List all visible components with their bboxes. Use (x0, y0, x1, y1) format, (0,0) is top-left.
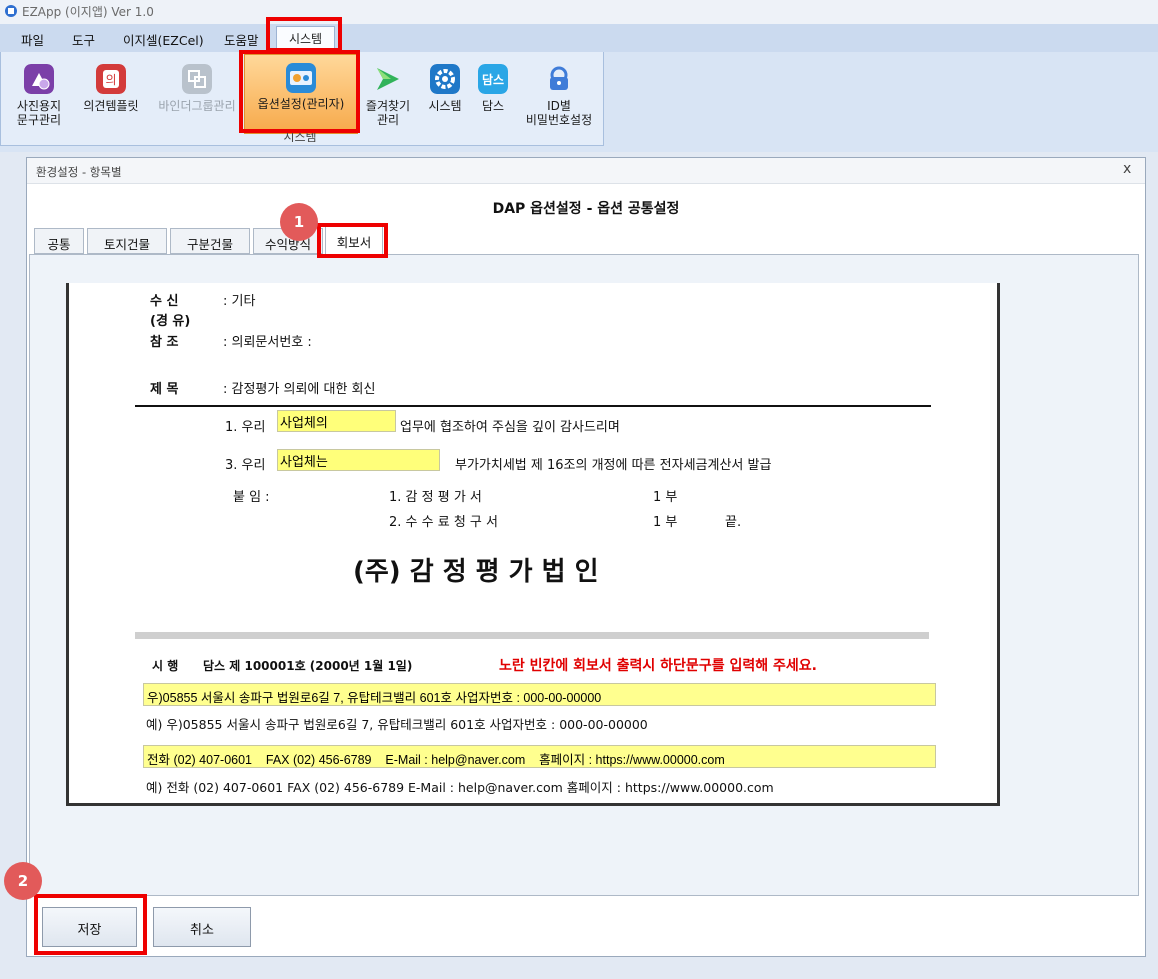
input-hint: 노란 빈칸에 회보서 출력시 하단문구를 입력해 주세요. (499, 658, 817, 674)
menu-bar: 파일 도구 이지셀(EZCel) 도움말 시스템 (0, 24, 1158, 52)
attachment-label: 붙 임 : (233, 490, 270, 505)
ribbon-label-line2: 관리 (376, 113, 400, 127)
svg-text:담스: 담스 (482, 72, 504, 87)
favorites-icon (377, 68, 399, 90)
tab-panel: 수 신 : 기타 (경 유) 참 조 : 의뢰문서번호 : 제 목 : 감정평가… (29, 254, 1139, 896)
ref-value: : 의뢰문서번호 : (223, 335, 312, 350)
opinion-template-icon: 의 (96, 64, 126, 94)
line3-prefix: 3. 우리 (225, 458, 266, 473)
menu-help[interactable]: 도움말 (224, 30, 259, 49)
tab-common[interactable]: 공통 (34, 228, 84, 254)
settings-dialog: 환경설정 - 항목별 x DAP 옵션설정 - 옵션 공통설정 공통 토지건물 … (26, 157, 1146, 957)
app-logo-icon (5, 5, 17, 17)
ribbon-label-line2: 비밀번호설정 (525, 113, 593, 127)
divider-line (135, 405, 931, 407)
binder-group-icon (182, 64, 212, 94)
photo-paper-button[interactable]: 사진용지 문구관리 (7, 56, 71, 136)
ribbon-label-line1: 담스 (481, 99, 505, 113)
address-example: 예) 우)05855 서울시 송파구 법원로6길 7, 유탑테크밸리 601호 … (146, 717, 648, 732)
address-field[interactable] (143, 683, 936, 706)
highlight-options-button (239, 50, 360, 133)
system-button[interactable]: 시스템 (419, 56, 471, 136)
attachment-1-qty: 1 부 (653, 490, 678, 505)
menu-ezcel[interactable]: 이지셀(EZCel) (123, 30, 204, 49)
highlight-report-tab (317, 223, 388, 258)
footer-label: 시 행 (152, 659, 179, 673)
favorites-button[interactable]: 즐겨찾기 관리 (359, 56, 417, 136)
attachment-1: 1. 감 정 평 가 서 (389, 490, 482, 505)
id-password-button[interactable]: ID별 비밀번호설정 (517, 56, 601, 136)
binder-group-button[interactable]: 바인더그룹관리 (151, 56, 243, 136)
close-icon[interactable]: x (1123, 161, 1131, 177)
ribbon-label-line2: 문구관리 (16, 113, 62, 127)
ribbon-label-line1: 바인더그룹관리 (158, 99, 236, 113)
svg-text:의: 의 (105, 73, 116, 87)
line3-field[interactable] (277, 449, 440, 471)
app-title: EZApp (이지앱) Ver 1.0 (22, 5, 154, 19)
ribbon-label-line1: 사진용지 (16, 99, 62, 113)
recipient-label: 수 신 (150, 294, 179, 309)
contact-field[interactable] (143, 745, 936, 768)
dialog-title: 환경설정 - 항목별 (36, 165, 122, 179)
contact-example: 예) 전화 (02) 407-0601 FAX (02) 456-6789 E-… (146, 780, 774, 795)
step-badge-2: 2 (4, 862, 42, 900)
line1-suffix: 업무에 협조하여 주심을 깊이 감사드리며 (400, 420, 620, 435)
subject-value: : 감정평가 의뢰에 대한 회신 (223, 382, 376, 397)
dialog-heading: DAP 옵션설정 - 옵션 공통설정 (492, 201, 680, 217)
letter-preview: 수 신 : 기타 (경 유) 참 조 : 의뢰문서번호 : 제 목 : 감정평가… (66, 283, 1000, 806)
footer-separator (135, 632, 929, 639)
dams-icon: 담스 (478, 64, 508, 94)
line1-field[interactable] (277, 410, 396, 432)
highlight-menu-system (266, 17, 342, 52)
ribbon-label-line1: 즐겨찾기 (365, 99, 411, 113)
title-bar: EZApp (이지앱) Ver 1.0 (0, 0, 1158, 24)
dams-button[interactable]: 담스 담스 (471, 56, 515, 136)
attachment-end: 끝. (725, 515, 742, 530)
system-gear-icon (430, 64, 460, 94)
step-badge-1: 1 (280, 203, 318, 241)
menu-file[interactable]: 파일 (21, 30, 44, 49)
line1-prefix: 1. 우리 (225, 420, 266, 435)
dialog-header: 환경설정 - 항목별 x (27, 158, 1145, 184)
menu-tools[interactable]: 도구 (72, 30, 95, 49)
ribbon-label-line1: 시스템 (428, 99, 462, 113)
id-password-icon (550, 66, 568, 90)
subject-label: 제 목 (150, 382, 179, 397)
via-label: (경 유) (150, 314, 191, 329)
tab-sectional-building[interactable]: 구분건물 (170, 228, 250, 254)
tab-land-building[interactable]: 토지건물 (87, 228, 167, 254)
line3-suffix: 부가가치세법 제 16조의 개정에 따른 전자세금계산서 발급 (455, 458, 772, 473)
attachment-2: 2. 수 수 료 청 구 서 (389, 515, 498, 530)
photo-paper-icon (24, 64, 54, 94)
ref-label: 참 조 (150, 335, 179, 350)
cancel-button[interactable]: 취소 (153, 907, 251, 947)
footer-value: 담스 제 100001호 (2000년 1월 1일) (203, 659, 413, 673)
ribbon-label-line1: 의견템플릿 (83, 99, 139, 113)
opinion-template-button[interactable]: 의 의견템플릿 (73, 56, 149, 136)
company-name: (주) 감 정 평 가 법 인 (353, 557, 599, 587)
ribbon-label-line1: ID별 (547, 99, 571, 113)
recipient-value: : 기타 (223, 294, 256, 309)
highlight-save-button (34, 894, 147, 955)
attachment-2-qty: 1 부 (653, 515, 678, 530)
